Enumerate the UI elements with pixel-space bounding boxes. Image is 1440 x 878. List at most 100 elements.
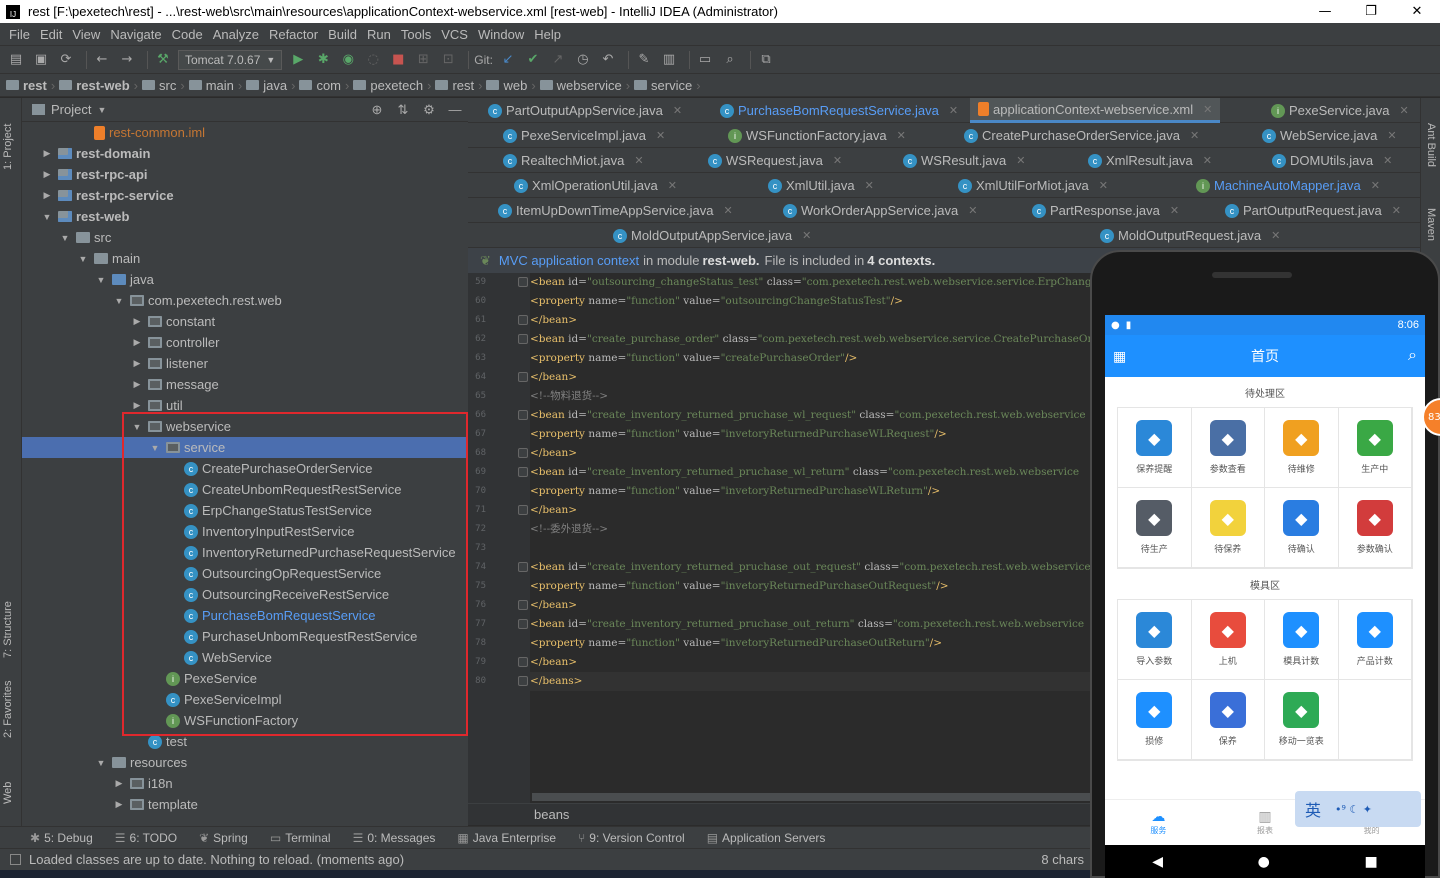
menu-item-refactor[interactable]: Refactor	[264, 27, 323, 42]
fold-marker-icon[interactable]	[518, 315, 528, 325]
menu-item-help[interactable]: Help	[529, 27, 566, 42]
tool-tab-maven[interactable]: Maven	[1425, 208, 1437, 241]
git-update-icon[interactable]: ↙	[498, 51, 518, 69]
editor-tab[interactable]: c PartOutputRequest.java ✕	[1225, 198, 1401, 223]
breadcrumb-item[interactable]: service ›	[634, 78, 701, 93]
forward-icon[interactable]: →	[117, 51, 137, 69]
editor-tab[interactable]: c CreatePurchaseOrderService.java ✕	[964, 123, 1199, 148]
expanded-arrow-icon[interactable]: ▼	[112, 296, 126, 306]
tool-window-button[interactable]: ▦ Java Enterprise	[457, 831, 556, 845]
git-commit-icon[interactable]: ✔	[523, 51, 543, 69]
history-icon[interactable]: ◷	[573, 51, 593, 69]
settings-wrench-icon[interactable]: ✎	[634, 51, 654, 69]
editor-tab[interactable]: c XmlUtilForMiot.java ✕	[958, 173, 1108, 198]
close-icon[interactable]: ✕	[949, 104, 958, 117]
tree-node[interactable]: ▶ rest-domain	[22, 143, 468, 164]
profile-icon[interactable]: ◌	[363, 51, 383, 69]
terminal-icon[interactable]: ▭	[695, 51, 715, 69]
hide-panel-icon[interactable]: —	[442, 102, 468, 118]
tree-node[interactable]: i PexeService	[22, 668, 468, 689]
editor-tab[interactable]: c WebService.java ✕	[1262, 123, 1397, 148]
editor-tab[interactable]: c WSRequest.java ✕	[708, 148, 842, 173]
phone-tab[interactable]: ☁ 服务	[1105, 800, 1212, 845]
tree-node[interactable]: c OutsourcingReceiveRestService	[22, 584, 468, 605]
tree-node[interactable]: c OutsourcingOpRequestService	[22, 563, 468, 584]
phone-grid-item[interactable]: ◆ 导入参数	[1118, 600, 1192, 680]
menu-item-view[interactable]: View	[67, 27, 105, 42]
fold-marker-icon[interactable]	[518, 467, 528, 477]
editor-tab[interactable]: c PartResponse.java ✕	[1032, 198, 1179, 223]
editor-tab[interactable]: applicationContext-webservice.xml ✕	[970, 98, 1221, 123]
editor-tab[interactable]: c WorkOrderAppService.java ✕	[783, 198, 977, 223]
close-icon[interactable]: ✕	[656, 129, 665, 142]
tool-window-button[interactable]: ☰ 6: TODO	[115, 831, 177, 845]
tool-tab-structure[interactable]: 7: Structure	[2, 601, 14, 658]
phone-grid-item[interactable]: ◆ 待生产	[1118, 488, 1192, 568]
breadcrumb-item[interactable]: webservice ›	[539, 78, 630, 93]
git-push-icon[interactable]: ↗	[548, 51, 568, 69]
tree-node[interactable]: ▶ util	[22, 395, 468, 416]
editor-tab[interactable]: c RealtechMiot.java ✕	[503, 148, 644, 173]
tree-node[interactable]: ▶ i18n	[22, 773, 468, 794]
expanded-arrow-icon[interactable]: ▼	[58, 233, 72, 243]
close-icon[interactable]: ✕	[1203, 154, 1212, 167]
collapse-all-icon[interactable]: ⇅	[390, 102, 416, 118]
expanded-arrow-icon[interactable]: ▼	[148, 443, 162, 453]
project-structure-icon[interactable]: ▥	[659, 51, 679, 69]
tree-node[interactable]: rest-common.iml	[22, 122, 468, 143]
phone-grid-item[interactable]: ◆ 上机	[1191, 600, 1265, 680]
close-icon[interactable]: ✕	[723, 204, 732, 217]
collapsed-arrow-icon[interactable]: ▶	[112, 799, 126, 810]
collapsed-arrow-icon[interactable]: ▶	[40, 169, 54, 180]
mvc-context-link[interactable]: MVC application context	[499, 253, 639, 268]
tool-tab-favorites[interactable]: 2: Favorites	[2, 681, 14, 738]
editor-tab[interactable]: c MoldOutputRequest.java ✕	[1100, 223, 1280, 248]
close-icon[interactable]: ✕	[1099, 179, 1108, 192]
expanded-arrow-icon[interactable]: ▼	[40, 212, 54, 222]
breadcrumb-item[interactable]: main ›	[188, 78, 242, 93]
tree-node[interactable]: ▼ com.pexetech.rest.web	[22, 290, 468, 311]
tree-node[interactable]: c PexeServiceImpl	[22, 689, 468, 710]
tool-window-button[interactable]: ❦ Spring	[199, 831, 248, 845]
locate-icon[interactable]: ⊕	[364, 102, 390, 118]
stop-icon[interactable]: ■	[388, 51, 408, 69]
menu-item-navigate[interactable]: Navigate	[105, 27, 166, 42]
revert-icon[interactable]: ↶	[598, 51, 618, 69]
breadcrumb-item[interactable]: rest ›	[435, 78, 482, 93]
tree-node[interactable]: ▼ webservice	[22, 416, 468, 437]
chevron-down-icon[interactable]: ▼	[97, 105, 106, 115]
tree-node[interactable]: ▶ constant	[22, 311, 468, 332]
tree-node[interactable]: i WSFunctionFactory	[22, 710, 468, 731]
phone-grid-item[interactable]: ◆ 参数查看	[1191, 408, 1265, 488]
build-hammer-icon[interactable]: ⚒	[153, 51, 173, 69]
editor-tab[interactable]: c WSResult.java ✕	[903, 148, 1025, 173]
expanded-arrow-icon[interactable]: ▼	[94, 758, 108, 768]
menu-item-window[interactable]: Window	[473, 27, 529, 42]
breadcrumb-item[interactable]: com ›	[299, 78, 349, 93]
editor-tab[interactable]: i PexeService.java ✕	[1271, 98, 1409, 123]
tree-node[interactable]: c test	[22, 731, 468, 752]
home-nav-icon[interactable]: ●	[1258, 854, 1270, 870]
close-icon[interactable]: ✕	[634, 154, 643, 167]
project-view-title[interactable]: Project	[51, 102, 91, 117]
tree-node[interactable]: c PurchaseBomRequestService	[22, 605, 468, 626]
run-config-select[interactable]: Tomcat 7.0.67 ▼	[178, 49, 283, 70]
back-nav-icon[interactable]: ◀	[1152, 854, 1163, 870]
tool-window-button[interactable]: ✱ 5: Debug	[30, 831, 93, 845]
tree-node[interactable]: c PurchaseUnbomRequestRestService	[22, 626, 468, 647]
phone-grid-item[interactable]: ◆ 保养	[1191, 680, 1265, 760]
close-icon[interactable]: ✕	[897, 129, 906, 142]
tree-node[interactable]: ▼ rest-web	[22, 206, 468, 227]
fold-marker-icon[interactable]	[518, 562, 528, 572]
menu-item-file[interactable]: File	[4, 27, 35, 42]
tree-node[interactable]: ▼ src	[22, 227, 468, 248]
fold-marker-icon[interactable]	[518, 600, 528, 610]
tree-node[interactable]: ▼ java	[22, 269, 468, 290]
expanded-arrow-icon[interactable]: ▼	[130, 422, 144, 432]
gear-icon[interactable]: ⚙	[416, 102, 442, 118]
collapsed-arrow-icon[interactable]: ▶	[130, 316, 144, 327]
tree-node[interactable]: ▶ message	[22, 374, 468, 395]
menu-item-vcs[interactable]: VCS	[436, 27, 473, 42]
tree-node[interactable]: ▶ template	[22, 794, 468, 815]
attach-icon[interactable]: ⊞	[413, 51, 433, 69]
